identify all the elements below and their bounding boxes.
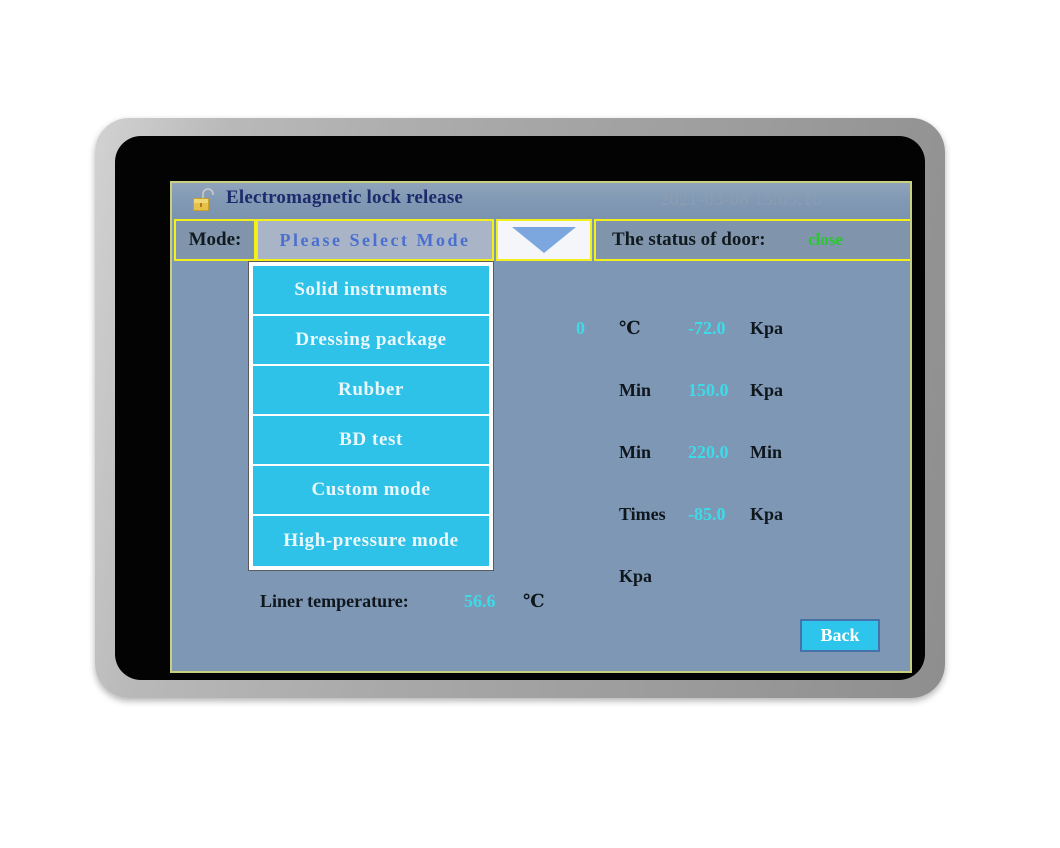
dropdown-option-label: High-pressure mode [283, 530, 459, 551]
dropdown-option-label: Dressing package [295, 329, 447, 350]
param-value: -85.0 [688, 504, 726, 524]
param-unit: Min [750, 442, 783, 462]
door-status-box: The status of door: close [594, 219, 910, 261]
dropdown-option-high-pressure-mode[interactable]: High-pressure mode [253, 516, 489, 566]
title-bar: Electromagnetic lock release 2021-03-08 … [172, 183, 910, 219]
mode-label: Mode: [188, 229, 242, 250]
mode-selected-value: Please Select Mode [279, 230, 471, 250]
param-label: Liner temperature: [260, 591, 409, 611]
param-value: 220.0 [688, 442, 729, 462]
dropdown-option-bd-test[interactable]: BD test [253, 416, 489, 466]
param-unit: Times [619, 504, 666, 524]
door-status-value: close [808, 230, 843, 249]
param-unit: ℃ [523, 591, 545, 611]
dropdown-option-label: Custom mode [311, 479, 431, 500]
param-value: 0 [576, 318, 585, 338]
param-unit: Kpa [750, 380, 784, 400]
param-unit: Kpa [750, 504, 784, 524]
mode-bar: Mode: Please Select Mode The status of d… [172, 219, 910, 261]
param-unit: Kpa [750, 318, 784, 338]
dropdown-option-dressing-package[interactable]: Dressing package [253, 316, 489, 366]
param-value: 56.6 [464, 591, 496, 611]
door-status-label: The status of door: [612, 229, 766, 250]
param-unit: Min [619, 442, 652, 462]
mode-dropdown-list[interactable]: Solid instruments Dressing package Rubbe… [248, 261, 494, 571]
back-button[interactable]: Back [800, 619, 880, 652]
dropdown-option-label: Solid instruments [294, 279, 448, 300]
back-button-label: Back [820, 625, 860, 645]
mode-dropdown-button[interactable] [496, 219, 592, 261]
control-panel-device: Electromagnetic lock release 2021-03-08 … [95, 118, 945, 698]
dropdown-option-label: BD test [339, 429, 403, 450]
datetime-display: 2021-03-08 15:05:16 [660, 189, 822, 209]
param-value: 150.0 [688, 380, 729, 400]
hmi-screen: Electromagnetic lock release 2021-03-08 … [170, 181, 912, 673]
page-title: Electromagnetic lock release [226, 187, 464, 208]
param-row-liner-temperature: Liner temperature: 56.6 ℃ [172, 591, 910, 617]
param-unit: Min [619, 380, 652, 400]
chevron-down-icon [512, 227, 576, 253]
param-unit: Kpa [619, 566, 653, 586]
unlocked-padlock-icon [193, 187, 215, 211]
mode-label-box: Mode: [174, 219, 256, 261]
dropdown-option-label: Rubber [338, 379, 404, 400]
mode-select-field[interactable]: Please Select Mode [256, 219, 494, 261]
param-value: -72.0 [688, 318, 726, 338]
param-unit: ℃ [619, 318, 641, 338]
dropdown-option-rubber[interactable]: Rubber [253, 366, 489, 416]
dropdown-option-solid-instruments[interactable]: Solid instruments [253, 266, 489, 316]
dropdown-option-custom-mode[interactable]: Custom mode [253, 466, 489, 516]
device-bezel: Electromagnetic lock release 2021-03-08 … [115, 136, 925, 680]
